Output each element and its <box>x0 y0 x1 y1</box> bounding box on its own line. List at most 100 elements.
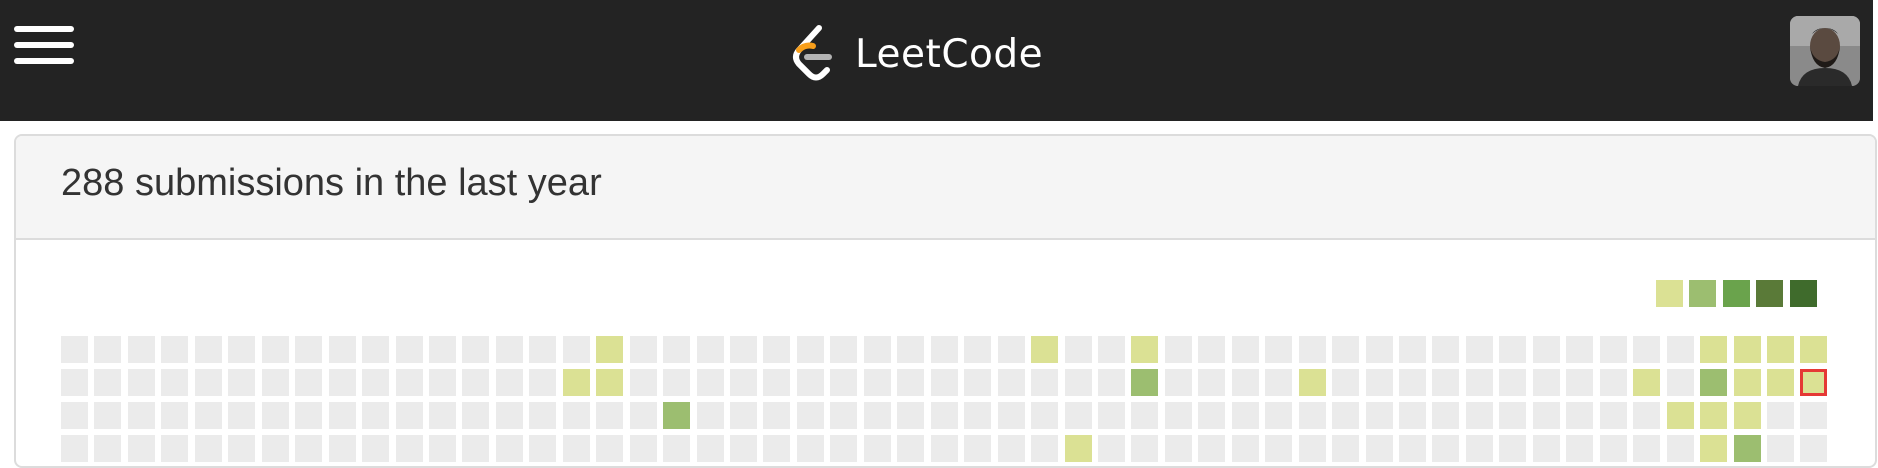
heatmap-cell[interactable] <box>1532 369 1560 396</box>
heatmap-cell[interactable] <box>596 435 624 462</box>
heatmap-cell[interactable] <box>1766 336 1794 363</box>
heatmap-cell[interactable] <box>295 435 323 462</box>
heatmap-cell[interactable] <box>696 435 724 462</box>
heatmap-cell[interactable] <box>763 336 791 363</box>
heatmap-cell[interactable] <box>930 435 958 462</box>
heatmap-cell[interactable] <box>295 402 323 429</box>
heatmap-cell[interactable] <box>1097 336 1125 363</box>
heatmap-cell[interactable] <box>1064 402 1092 429</box>
heatmap-cell[interactable] <box>1766 402 1794 429</box>
heatmap-cell[interactable] <box>730 435 757 462</box>
heatmap-cell[interactable] <box>1566 369 1594 396</box>
heatmap-cell[interactable] <box>562 435 590 462</box>
heatmap-cell[interactable] <box>997 435 1025 462</box>
heatmap-cell[interactable] <box>796 435 824 462</box>
heatmap-cell[interactable] <box>1766 369 1794 396</box>
heatmap-cell[interactable] <box>1198 402 1226 429</box>
heatmap-cell[interactable] <box>1499 369 1527 396</box>
hamburger-menu-icon[interactable] <box>14 22 78 70</box>
heatmap-cell[interactable] <box>1097 402 1125 429</box>
heatmap-cell[interactable] <box>295 336 323 363</box>
heatmap-cell[interactable] <box>1064 336 1092 363</box>
heatmap-cell[interactable] <box>930 369 958 396</box>
heatmap-cell[interactable] <box>863 435 891 462</box>
heatmap-cell[interactable] <box>1399 369 1426 396</box>
heatmap-cell[interactable] <box>1265 369 1293 396</box>
heatmap-cell[interactable] <box>495 336 523 363</box>
heatmap-cell[interactable] <box>1064 435 1092 462</box>
heatmap-cell[interactable] <box>1231 435 1259 462</box>
heatmap-cell[interactable] <box>127 336 155 363</box>
heatmap-cell[interactable] <box>1633 435 1661 462</box>
heatmap-cell[interactable] <box>696 336 724 363</box>
heatmap-cell[interactable] <box>1399 336 1426 363</box>
heatmap-cell[interactable] <box>161 336 189 363</box>
heatmap-cell[interactable] <box>1064 369 1092 396</box>
heatmap-cell[interactable] <box>1298 336 1326 363</box>
heatmap-cell[interactable] <box>428 435 456 462</box>
heatmap-cell[interactable] <box>1599 435 1627 462</box>
heatmap-cell[interactable] <box>1198 369 1226 396</box>
heatmap-cell[interactable] <box>395 369 423 396</box>
heatmap-cell[interactable] <box>1365 435 1393 462</box>
heatmap-cell[interactable] <box>1265 402 1293 429</box>
heatmap-cell[interactable] <box>261 369 289 396</box>
heatmap-cell[interactable] <box>1499 435 1527 462</box>
heatmap-cell[interactable] <box>1766 435 1794 462</box>
heatmap-cell[interactable] <box>596 369 624 396</box>
heatmap-cell[interactable] <box>629 402 657 429</box>
heatmap-cell[interactable] <box>462 402 490 429</box>
heatmap-cell[interactable] <box>61 402 88 429</box>
heatmap-cell[interactable] <box>94 435 122 462</box>
heatmap-cell[interactable] <box>1599 369 1627 396</box>
heatmap-cell[interactable] <box>61 369 88 396</box>
brand-link[interactable]: LeetCode <box>785 24 1043 84</box>
heatmap-cell[interactable] <box>897 402 925 429</box>
heatmap-cell[interactable] <box>1131 336 1159 363</box>
heatmap-cell[interactable] <box>228 369 256 396</box>
heatmap-cell[interactable] <box>997 336 1025 363</box>
heatmap-cell[interactable] <box>1432 336 1460 363</box>
heatmap-cell[interactable] <box>629 435 657 462</box>
heatmap-cell[interactable] <box>1800 336 1828 363</box>
heatmap-cell[interactable] <box>964 369 992 396</box>
heatmap-cell[interactable] <box>730 402 757 429</box>
heatmap-cell[interactable] <box>94 402 122 429</box>
heatmap-cell[interactable] <box>428 336 456 363</box>
heatmap-cell[interactable] <box>863 336 891 363</box>
heatmap-cell[interactable] <box>261 336 289 363</box>
heatmap-cell[interactable] <box>897 435 925 462</box>
heatmap-cell[interactable] <box>161 402 189 429</box>
heatmap-cell[interactable] <box>1231 336 1259 363</box>
heatmap-cell[interactable] <box>663 336 691 363</box>
heatmap-cell[interactable] <box>1700 336 1728 363</box>
heatmap-cell[interactable] <box>930 402 958 429</box>
heatmap-cell[interactable] <box>1465 336 1493 363</box>
heatmap-cell[interactable] <box>1633 402 1661 429</box>
heatmap-cell[interactable] <box>1298 402 1326 429</box>
heatmap-cell[interactable] <box>863 402 891 429</box>
heatmap-cell[interactable] <box>1097 369 1125 396</box>
heatmap-cell[interactable] <box>663 435 691 462</box>
heatmap-cell[interactable] <box>830 336 858 363</box>
heatmap-cell[interactable] <box>1499 402 1527 429</box>
heatmap-cell[interactable] <box>1164 336 1192 363</box>
heatmap-cell[interactable] <box>529 402 557 429</box>
heatmap-cell[interactable] <box>1532 336 1560 363</box>
heatmap-cell[interactable] <box>1432 435 1460 462</box>
heatmap-cell[interactable] <box>194 369 222 396</box>
heatmap-cell[interactable] <box>362 369 390 396</box>
heatmap-cell[interactable] <box>1599 336 1627 363</box>
heatmap-cell[interactable] <box>730 336 757 363</box>
heatmap-cell[interactable] <box>696 369 724 396</box>
heatmap-cell[interactable] <box>328 369 356 396</box>
heatmap-cell[interactable] <box>395 402 423 429</box>
heatmap-cell[interactable] <box>997 402 1025 429</box>
heatmap-cell[interactable] <box>696 402 724 429</box>
heatmap-cell[interactable] <box>1265 435 1293 462</box>
heatmap-cell[interactable] <box>94 336 122 363</box>
heatmap-cell[interactable] <box>1198 435 1226 462</box>
heatmap-cell[interactable] <box>1465 402 1493 429</box>
heatmap-cell[interactable] <box>1031 369 1059 396</box>
heatmap-cell[interactable] <box>1532 435 1560 462</box>
